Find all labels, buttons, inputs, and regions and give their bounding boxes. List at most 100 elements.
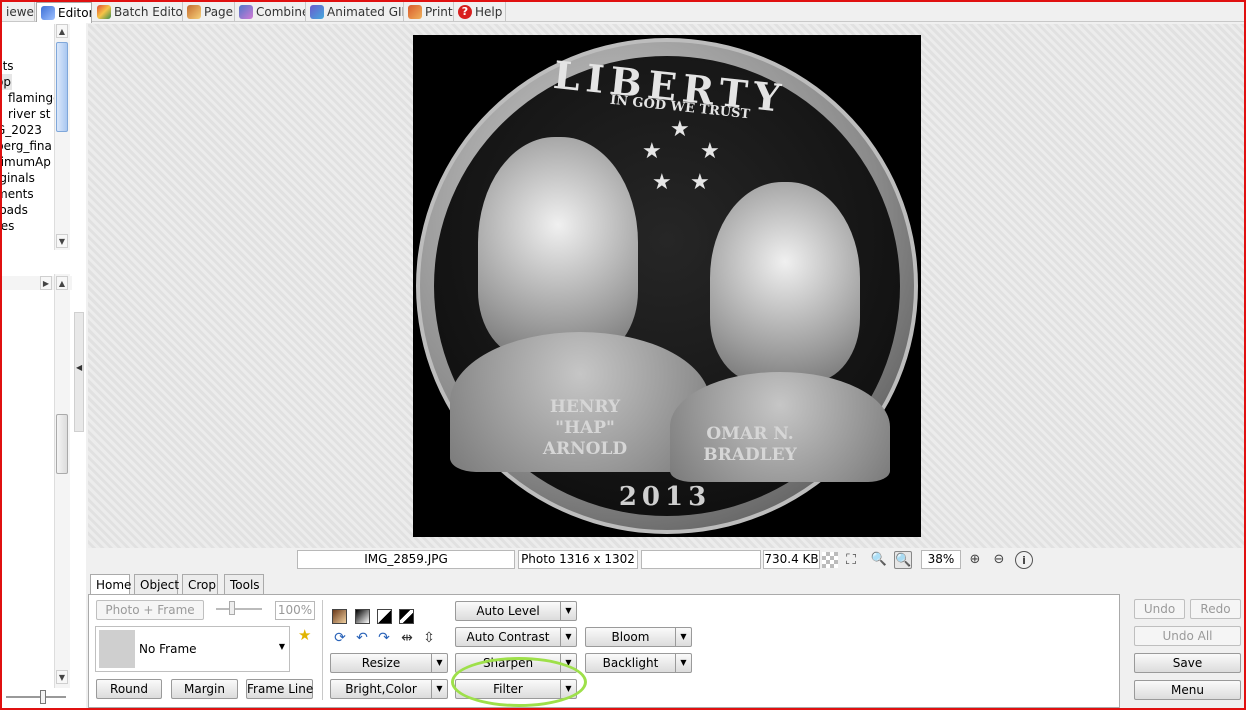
rotate-left-icon[interactable]: ↶	[354, 630, 370, 646]
bright-color-button[interactable]: Bright,Color ▼	[330, 679, 448, 699]
scroll-down-icon[interactable]: ▼	[56, 234, 68, 248]
status-filesize: 730.4 KB	[763, 550, 820, 569]
chevron-down-icon[interactable]: ▼	[560, 628, 576, 646]
flip-horizontal-icon[interactable]: ⇹	[399, 630, 415, 646]
frame-line-button[interactable]: Frame Line	[246, 679, 313, 699]
flip-vertical-icon[interactable]: ⇳	[421, 630, 437, 646]
menu-button[interactable]: Menu	[1134, 680, 1241, 700]
photo-frame-button[interactable]: Photo + Frame	[96, 600, 204, 620]
coin-year: 2013	[618, 482, 712, 512]
chevron-down-icon[interactable]: ▼	[431, 654, 447, 672]
tree-vertical-scrollbar[interactable]: ▲ ▼	[54, 24, 70, 250]
negative-icon[interactable]	[399, 609, 414, 624]
tab-batch-editor[interactable]: Batch Editor	[93, 2, 183, 22]
backlight-button[interactable]: Backlight ▼	[585, 653, 692, 673]
grayscale-icon[interactable]	[355, 609, 370, 624]
tab-combine[interactable]: Combine	[235, 2, 306, 22]
undo-button[interactable]: Undo	[1134, 599, 1185, 619]
status-empty	[641, 550, 761, 569]
image-canvas[interactable]: LIBERTY IN GOD WE TRUST ★ ★ ★ ★ ★ HENRY …	[88, 24, 1244, 548]
resize-button[interactable]: Resize ▼	[330, 653, 448, 673]
chevron-down-icon[interactable]: ▼	[431, 680, 447, 698]
favorite-star-icon[interactable]: ★	[298, 626, 311, 644]
auto-contrast-button[interactable]: Auto Contrast ▼	[455, 627, 577, 647]
rotate-icon[interactable]: ⟳	[332, 630, 348, 646]
zoom-fit-icon[interactable]: 🔍	[894, 551, 912, 569]
chevron-down-icon[interactable]: ▼	[560, 654, 576, 672]
chevron-down-icon[interactable]: ▼	[279, 642, 285, 651]
chevron-down-icon[interactable]: ▼	[675, 654, 691, 672]
tab-object[interactable]: Object	[134, 574, 179, 595]
coin-image: LIBERTY IN GOD WE TRUST ★ ★ ★ ★ ★ HENRY …	[416, 38, 918, 534]
chevron-down-icon[interactable]: ▼	[560, 680, 576, 698]
rotate-right-icon[interactable]: ↷	[376, 630, 392, 646]
frame-preview	[99, 630, 135, 668]
save-button[interactable]: Save	[1134, 653, 1241, 673]
opacity-slider-handle[interactable]	[229, 601, 235, 615]
tab-editor[interactable]: Editor	[36, 2, 92, 23]
info-icon[interactable]: i	[1015, 551, 1033, 569]
opacity-slider[interactable]	[216, 608, 262, 610]
chevron-down-icon[interactable]: ▼	[560, 602, 576, 620]
star-icon: ★	[700, 139, 720, 164]
fit-to-window-icon[interactable]: ⛶	[842, 551, 860, 569]
auto-level-button[interactable]: Auto Level ▼	[455, 601, 577, 621]
sharpen-button[interactable]: Sharpen ▼	[455, 653, 577, 673]
main-tab-bar: iewer Editor Batch Editor Page Combine A…	[2, 2, 1244, 23]
tree-item[interactable]: op	[2, 74, 12, 90]
zoom-actual-icon[interactable]: 🔍	[870, 551, 888, 569]
thumbnail-vertical-scrollbar[interactable]: ▲ ▼	[54, 274, 70, 688]
zoom-in-icon[interactable]: ⊕	[966, 551, 984, 569]
editor-icon	[41, 6, 55, 20]
coin-name-left: HENRY "HAP" ARNOLD	[542, 397, 628, 459]
tab-animated-gif[interactable]: Animated GIF	[306, 2, 404, 22]
tab-viewer[interactable]: iewer	[2, 2, 35, 22]
tab-home[interactable]: Home	[90, 574, 131, 595]
frame-selector[interactable]: No Frame ▼	[95, 626, 290, 672]
filter-button[interactable]: Filter ▼	[455, 679, 577, 699]
zoom-level[interactable]: 38%	[921, 550, 961, 569]
star-icon: ★	[690, 170, 710, 195]
page-icon	[187, 5, 201, 19]
scroll-thumb[interactable]	[56, 414, 68, 474]
slider-handle[interactable]	[40, 690, 46, 704]
portrait-right	[710, 182, 860, 382]
scroll-right-icon[interactable]: ▶	[40, 276, 52, 290]
chevron-down-icon[interactable]: ▼	[675, 628, 691, 646]
print-icon	[408, 5, 422, 19]
tab-print[interactable]: Print	[404, 2, 454, 22]
scroll-up-icon[interactable]: ▲	[56, 276, 68, 290]
transparency-toggle-icon[interactable]	[822, 552, 838, 568]
photo: LIBERTY IN GOD WE TRUST ★ ★ ★ ★ ★ HENRY …	[413, 35, 921, 537]
star-icon: ★	[670, 117, 690, 142]
tab-help[interactable]: ? Help	[454, 2, 506, 22]
animated-gif-icon	[310, 5, 324, 19]
collapse-left-icon[interactable]: ◀	[76, 363, 82, 372]
scroll-up-icon[interactable]: ▲	[56, 24, 68, 38]
coin-name-right: OMAR N. BRADLEY	[703, 424, 797, 465]
star-icon: ★	[652, 170, 672, 195]
margin-button[interactable]: Margin	[171, 679, 238, 699]
frame-select-label: No Frame	[139, 642, 197, 656]
scroll-thumb[interactable]	[56, 42, 68, 132]
opacity-value: 100%	[275, 601, 315, 620]
round-button[interactable]: Round	[96, 679, 162, 699]
undo-all-button[interactable]: Undo All	[1134, 626, 1241, 646]
panel-splitter[interactable]: ◀	[74, 312, 84, 432]
zoom-out-icon[interactable]: ⊖	[990, 551, 1008, 569]
status-filename: IMG_2859.JPG	[297, 550, 515, 569]
scroll-down-icon[interactable]: ▼	[56, 670, 68, 684]
portrait-left	[478, 137, 638, 357]
bloom-button[interactable]: Bloom ▼	[585, 627, 692, 647]
folder-panel: cts op flamingo river st p G_2023 berg_f…	[2, 22, 86, 708]
sepia-icon[interactable]	[332, 609, 347, 624]
tab-page[interactable]: Page	[183, 2, 235, 22]
tab-tools[interactable]: Tools	[224, 574, 264, 595]
combine-icon	[239, 5, 253, 19]
tab-crop[interactable]: Crop	[182, 574, 218, 595]
black-white-icon[interactable]	[377, 609, 392, 624]
redo-button[interactable]: Redo	[1190, 599, 1241, 619]
thumbnail-size-slider[interactable]	[6, 696, 66, 698]
batch-editor-icon	[97, 5, 111, 19]
star-icon: ★	[642, 139, 662, 164]
